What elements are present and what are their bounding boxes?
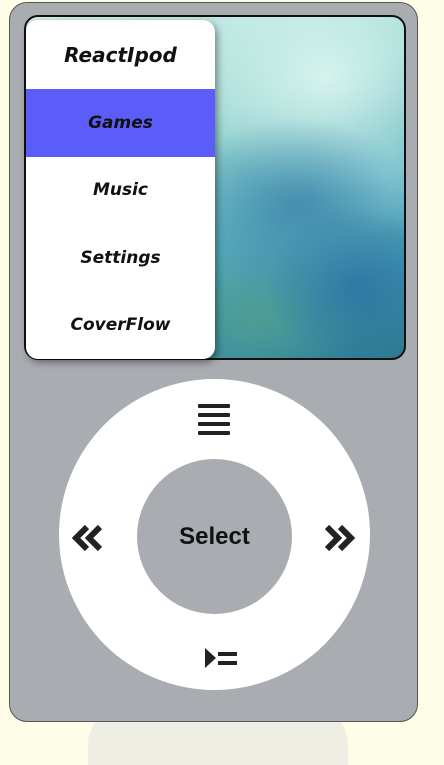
play-pause-button[interactable] [194,645,240,671]
rewind-icon [71,524,103,552]
fast-forward-icon [324,524,356,552]
previous-button[interactable] [71,521,105,555]
menu-item-coverflow[interactable]: CoverFlow [26,292,215,360]
menu-item-games[interactable]: Games [26,89,215,157]
menu-item-music[interactable]: Music [26,157,215,225]
menu-icon [198,404,230,435]
click-wheel[interactable]: Select [59,379,370,690]
play-pause-icon [205,648,237,668]
main-menu: ReactIpod Games Music Settings CoverFlow [26,20,215,359]
menu-button[interactable] [196,401,232,437]
select-button[interactable]: Select [137,459,292,614]
menu-title: ReactIpod [64,42,177,67]
ipod-body: ReactIpod Games Music Settings CoverFlow [9,2,418,722]
menu-item-settings[interactable]: Settings [26,224,215,292]
next-button[interactable] [322,521,356,555]
